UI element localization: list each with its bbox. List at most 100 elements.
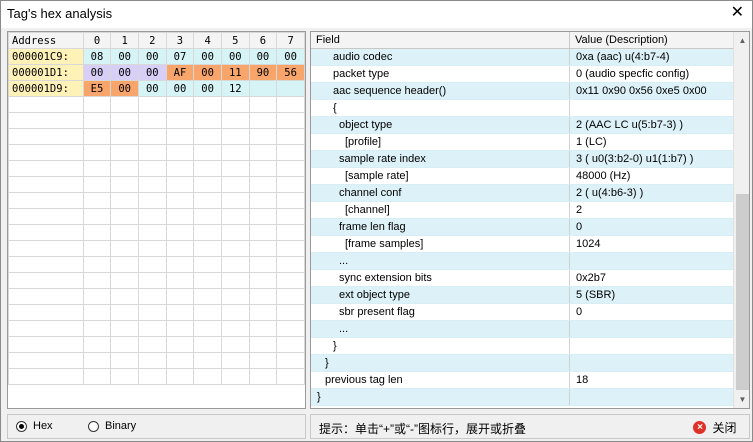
hex-empty-cell [110,336,139,353]
field-row[interactable]: sync extension bits 0x2b7 [311,270,733,287]
hex-byte-cell[interactable]: 12 [220,80,250,97]
field-row[interactable]: ext object type 5 (SBR) [311,287,733,304]
binary-radio[interactable]: Binary [88,420,136,432]
hex-empty-cell [276,144,305,161]
hex-byte-cell[interactable]: 00 [193,80,222,97]
hex-byte-cell[interactable]: AF [165,64,195,81]
status-bar: 提示：单击“+”或“-”图标行，展开或折叠 × 关闭 [310,414,750,439]
hex-empty-cell [8,144,84,161]
hex-empty-cell [82,256,112,273]
hex-empty-cell [276,112,305,129]
hex-empty-cell [220,224,250,241]
field-row[interactable]: } [311,389,733,406]
hex-empty-cell [220,160,250,177]
field-value: 18 [576,374,589,386]
hex-byte-cell[interactable] [248,80,278,97]
field-row[interactable]: previous tag len 18 [311,372,733,389]
field-value [576,389,731,405]
hex-row[interactable]: 000001C9: 08 00 00 07 00 00 00 00 [8,48,305,65]
hex-empty-row [8,320,305,337]
field-row[interactable]: ... [311,321,733,338]
field-row[interactable]: [channel] 2 [311,202,733,219]
hex-empty-cell [110,224,139,241]
hex-byte-cell[interactable]: 00 [110,48,139,65]
hex-empty-cell [137,304,167,321]
hex-empty-cell [82,208,112,225]
close-icon[interactable]: ✕ [731,3,744,23]
hex-empty-cell [193,368,222,385]
hex-radio[interactable]: Hex [16,420,53,432]
hex-byte-cell[interactable]: 00 [137,48,167,65]
field-row[interactable]: } [311,338,733,355]
hex-empty-cell [110,144,139,161]
hex-row[interactable]: 000001D9: E5 00 00 00 00 12 [8,80,305,97]
field-name: object type [311,117,570,133]
hex-empty-row [8,208,305,225]
hex-byte-cell[interactable]: 00 [193,64,222,81]
close-button[interactable]: × 关闭 [685,417,745,437]
hex-byte-cell[interactable]: 00 [276,48,305,65]
hex-byte-cell[interactable]: 00 [110,64,139,81]
field-value: 3 ( u0(3:b2-0) u1(1:b7) ) [576,153,694,165]
hex-byte-cell[interactable]: 11 [220,64,250,81]
field-row[interactable]: [sample rate] 48000 (Hz) [311,168,733,185]
scroll-up-icon[interactable]: ▲ [734,32,749,49]
hex-empty-cell [137,208,167,225]
field-panel[interactable]: Field Value (Description) audio codec 0xa… [310,31,750,409]
hex-byte-cell[interactable]: 00 [82,64,112,81]
field-name: ... [311,321,570,337]
hex-empty-cell [110,96,139,113]
hex-byte-cell[interactable]: 08 [82,48,112,65]
byte-column-header: 2 [137,32,167,49]
hex-byte-cell[interactable]: 00 [220,48,250,65]
hex-byte-cell[interactable]: 07 [165,48,195,65]
field-row[interactable]: { [311,100,733,117]
hex-byte-cell[interactable]: 00 [193,48,222,65]
field-row[interactable]: packet type 0 (audio specfic config) [311,66,733,83]
hex-byte-cell[interactable]: 00 [137,80,167,97]
hex-row[interactable]: 000001D1: 00 00 00 AF 00 11 90 56 [8,64,305,81]
hex-empty-cell [82,336,112,353]
hex-empty-cell [165,256,195,273]
hex-byte-cell[interactable]: 00 [248,48,278,65]
hex-empty-cell [220,288,250,305]
field-row[interactable]: channel conf 2 ( u(4:b6-3) ) [311,185,733,202]
field-name: [profile] [311,134,570,150]
hex-empty-row [8,352,305,369]
field-row[interactable]: audio codec 0xa (aac) u(4:b7-4) [311,49,733,66]
hex-byte-cell[interactable]: 90 [248,64,278,81]
field-name: packet type [311,66,570,82]
hex-empty-cell [220,352,250,369]
mode-selector: Hex Binary [7,414,306,439]
hint-text: 提示：单击“+”或“-”图标行，展开或折叠 [319,422,526,436]
hex-byte-cell[interactable]: 00 [165,80,195,97]
field-row[interactable]: sbr present flag 0 [311,304,733,321]
value-column-header[interactable]: Value (Description) [570,32,733,49]
scroll-thumb[interactable] [736,194,749,390]
hex-byte-cell[interactable]: 00 [137,64,167,81]
hex-panel[interactable]: Address 0 1 2 3 4 5 6 7 000001C9: 08 00 00 07 00 00 00 0… [7,31,306,409]
field-row[interactable]: [profile] 1 (LC) [311,134,733,151]
hex-empty-cell [220,192,250,209]
field-row[interactable]: [frame samples] 1024 [311,236,733,253]
field-row[interactable]: frame len flag 0 [311,219,733,236]
field-row[interactable]: sample rate index 3 ( u0(3:b2-0) u1(1:b7)… [311,151,733,168]
scroll-down-icon[interactable]: ▼ [734,391,749,408]
hex-byte-cell[interactable]: E5 [82,80,112,97]
hex-empty-cell [193,272,222,289]
field-name: [frame samples] [311,236,570,252]
field-row[interactable]: ... [311,253,733,270]
hex-byte-cell[interactable]: 56 [276,64,305,81]
close-button-label: 关闭 [712,420,737,435]
hex-empty-row [8,304,305,321]
hex-empty-cell [220,208,250,225]
vertical-scrollbar[interactable]: ▲ ▼ [733,32,749,408]
hex-byte-cell[interactable] [276,80,305,97]
hex-byte-cell[interactable]: 00 [110,80,139,97]
field-row[interactable]: aac sequence header() 0x11 0x90 0x56 0xe5… [311,83,733,100]
field-column-header[interactable]: Field [311,32,570,49]
hex-empty-cell [8,240,84,257]
hex-empty-cell [110,256,139,273]
field-row[interactable]: object type 2 (AAC LC u(5:b7-3) ) [311,117,733,134]
field-row[interactable]: } [311,355,733,372]
